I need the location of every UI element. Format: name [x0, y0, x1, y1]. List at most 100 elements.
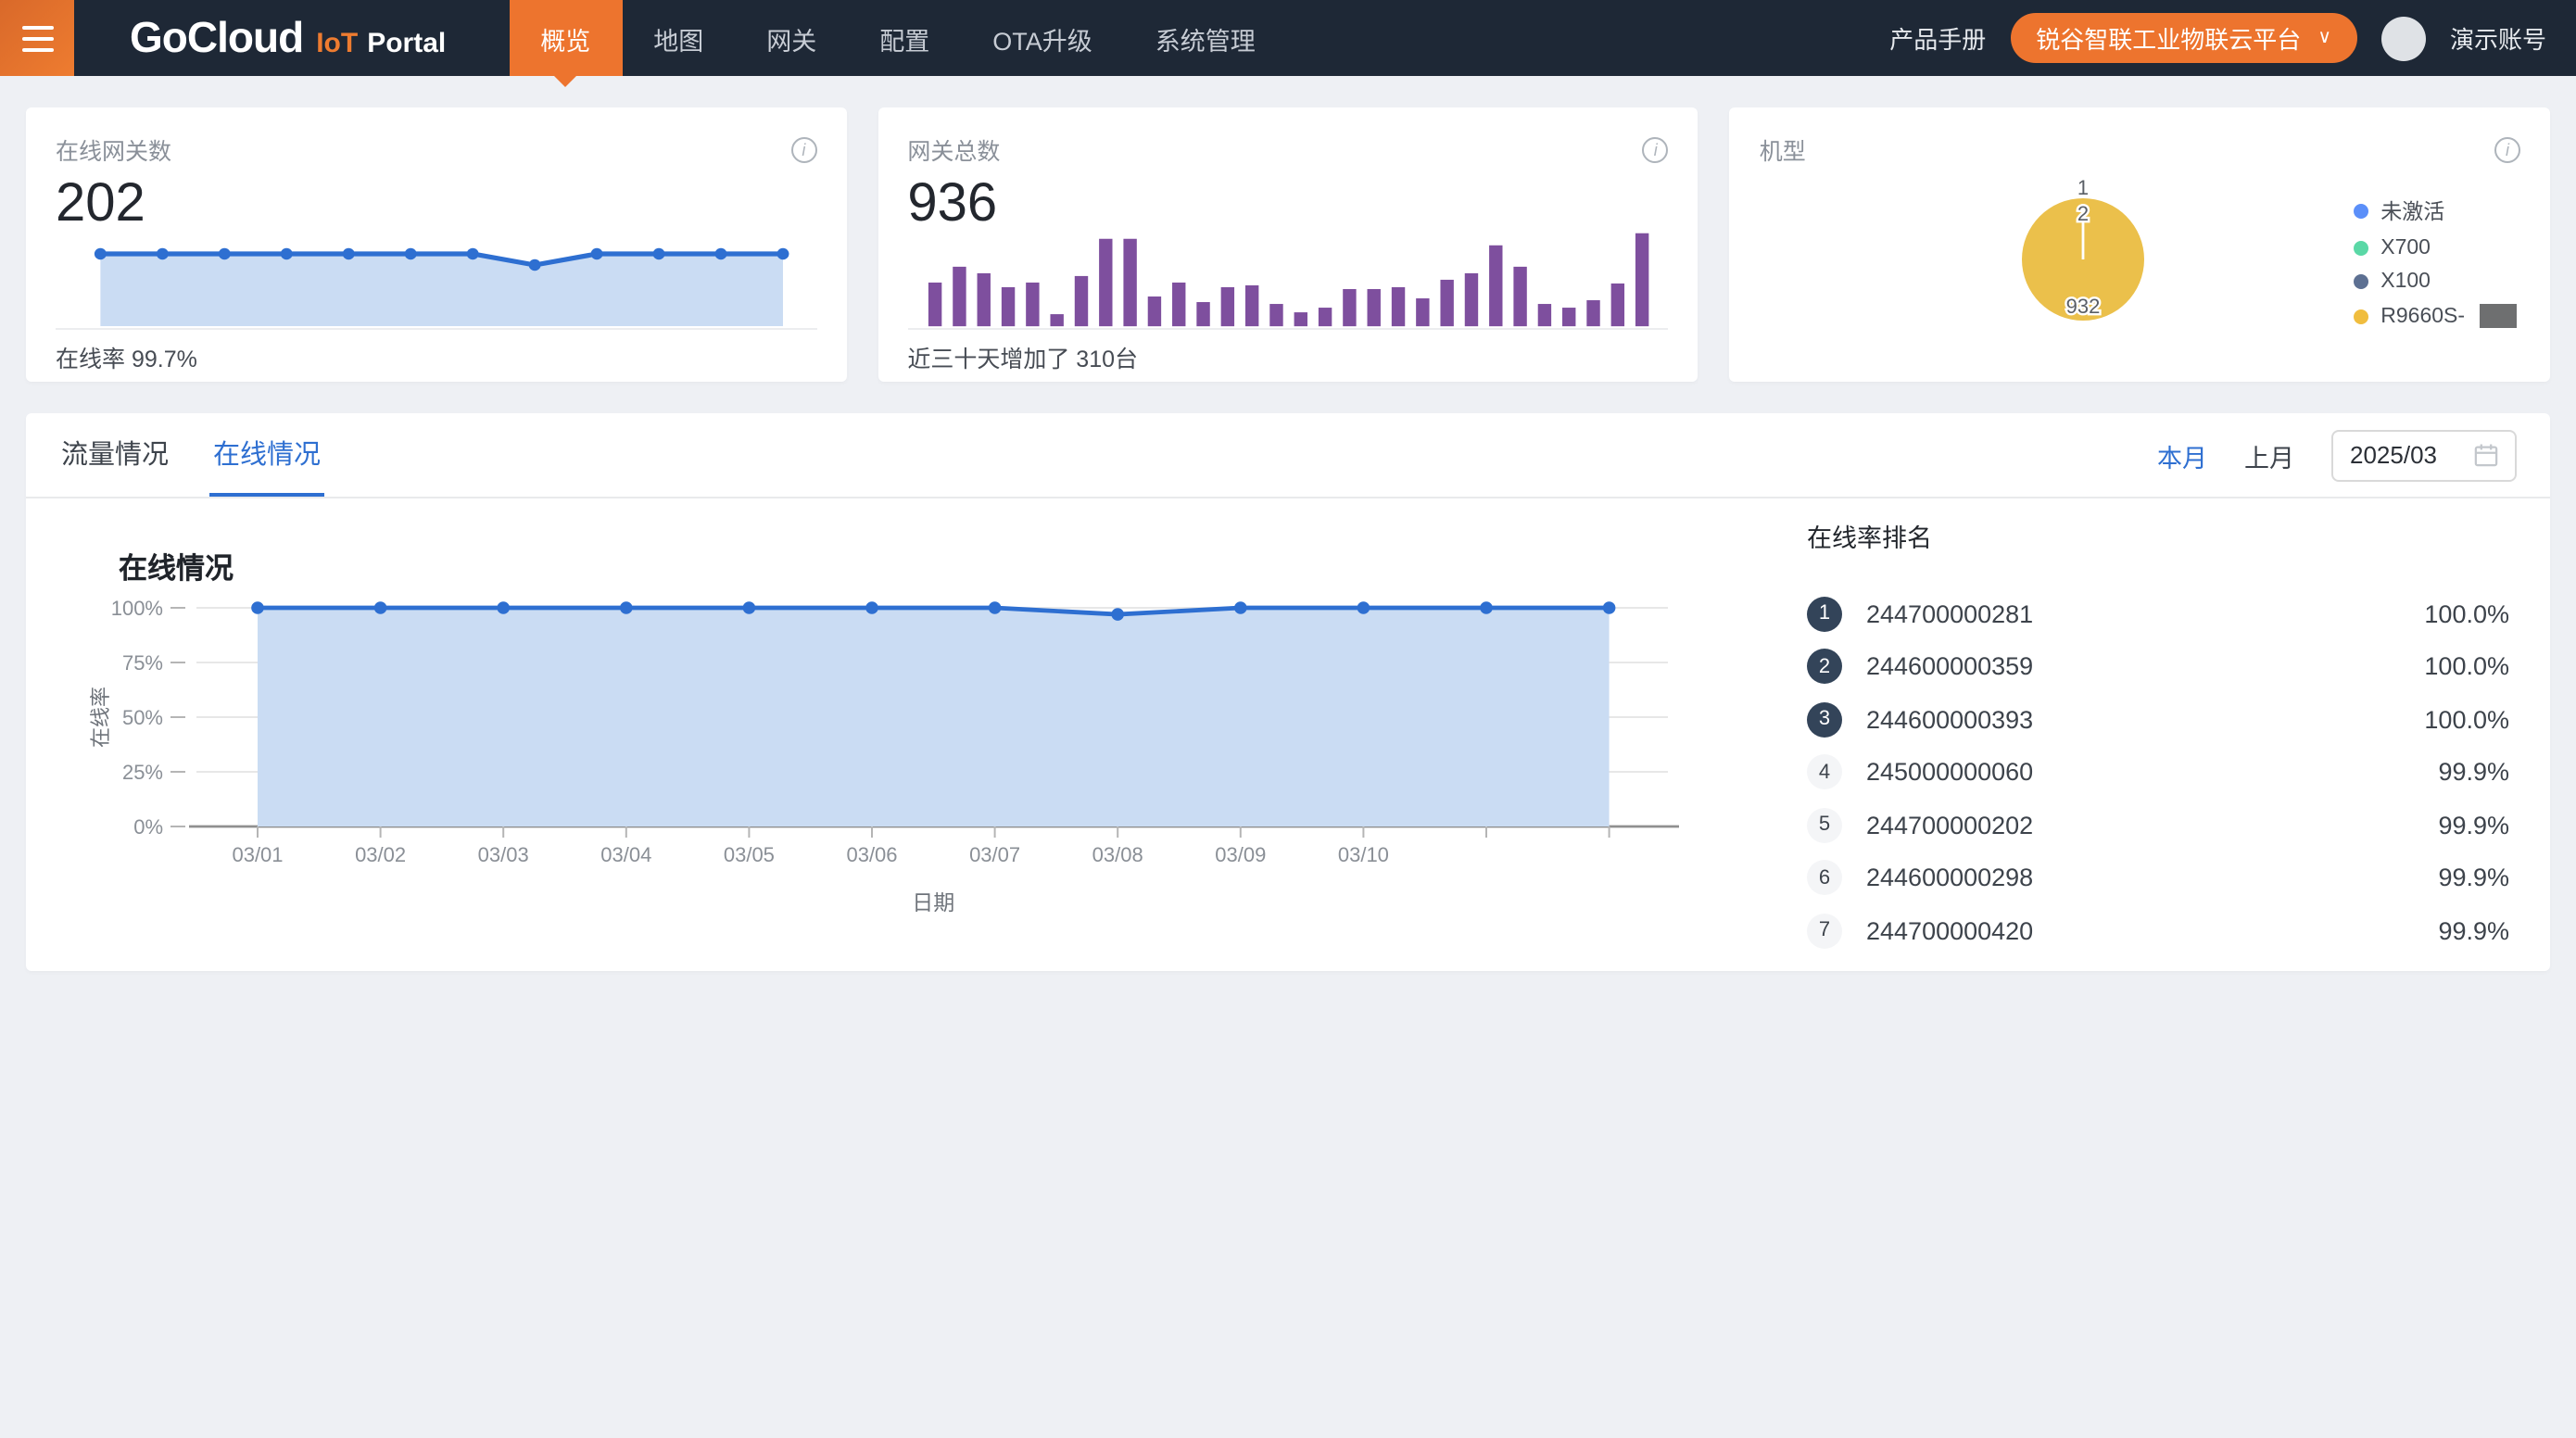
- svg-text:03/06: 03/06: [846, 843, 897, 866]
- rank-badge: 7: [1807, 914, 1842, 949]
- svg-text:03/02: 03/02: [355, 843, 406, 866]
- detail-panel: 流量情况在线情况 本月 上月 2025/03 在线情况 100%75%50%25…: [26, 413, 2550, 971]
- rank-badge: 3: [1807, 702, 1842, 738]
- card-online-gateways: 在线网关数 i 202 在线率 99.7%: [26, 107, 846, 382]
- tab-流量情况[interactable]: 流量情况: [57, 413, 172, 497]
- models-pie-chart: 12932: [1991, 178, 2177, 356]
- svg-text:03/03: 03/03: [478, 843, 529, 866]
- info-icon[interactable]: i: [1643, 136, 1669, 162]
- gateway-id: 244700000420: [1866, 917, 2033, 945]
- online-sparkline-chart: [93, 241, 790, 330]
- rank-badge: 1: [1807, 597, 1842, 632]
- nav-item-配置[interactable]: 配置: [848, 0, 961, 76]
- chevron-down-icon: ∨: [2317, 29, 2331, 47]
- gateway-id: 244600000298: [1866, 864, 2033, 892]
- ranking-title: 在线率排名: [1807, 517, 2509, 554]
- redaction-block: [2480, 304, 2517, 328]
- online-rate-value: 100.0%: [2424, 653, 2509, 681]
- card-title: 在线网关数: [56, 132, 171, 167]
- info-icon[interactable]: i: [790, 136, 816, 162]
- nav-item-系统管理[interactable]: 系统管理: [1124, 0, 1287, 76]
- rank-badge: 6: [1807, 861, 1842, 896]
- total-growth-footer: 近三十天增加了 310台: [907, 328, 1668, 382]
- models-legend: 未激活X700X100R9660S-: [2353, 196, 2517, 339]
- svg-text:25%: 25%: [122, 761, 163, 784]
- svg-text:03/08: 03/08: [1092, 843, 1143, 866]
- nav-item-地图[interactable]: 地图: [622, 0, 735, 76]
- total-gateways-bar-chart: [922, 226, 1653, 330]
- last-month-button[interactable]: 上月: [2244, 436, 2294, 473]
- svg-text:932: 932: [2066, 295, 2101, 318]
- nav-item-OTA升级[interactable]: OTA升级: [961, 0, 1124, 76]
- app-root: GoCloud IoT Portal 概览地图网关配置OTA升级系统管理 产品手…: [0, 0, 2576, 1438]
- gateway-id: 244700000281: [1866, 600, 2033, 628]
- svg-text:在线率: 在线率: [89, 687, 112, 748]
- platform-select-button[interactable]: 锐谷智联工业物联云平台 ∨: [2010, 13, 2357, 63]
- online-rate-value: 99.9%: [2438, 917, 2509, 945]
- svg-text:03/09: 03/09: [1215, 843, 1266, 866]
- month-picker-value: 2025/03: [2350, 441, 2437, 469]
- legend-item: 未激活: [2353, 196, 2517, 226]
- svg-text:03/04: 03/04: [600, 843, 651, 866]
- svg-text:1: 1: [2078, 178, 2090, 199]
- header-right: 产品手册 锐谷智联工业物联云平台 ∨ 演示账号: [1889, 0, 2576, 76]
- online-rate-area-chart: 100% 75% 50% 25% 0% 03/01 03/02 03/03 03/04 03/05…: [52, 573, 1757, 943]
- nav-item-网关[interactable]: 网关: [735, 0, 848, 76]
- month-picker-input[interactable]: 2025/03: [2331, 429, 2517, 481]
- ranking-row: 6 244600000298 99.9%: [1807, 851, 2509, 904]
- ranking-row: 424500000006099.9%: [1807, 746, 2509, 799]
- ranking-row: 1 244700000281 100.0%: [1807, 587, 2509, 640]
- main-nav: 概览地图网关配置OTA升级系统管理: [509, 0, 1287, 76]
- product-manual-link[interactable]: 产品手册: [1889, 20, 1986, 56]
- svg-text:03/01: 03/01: [232, 843, 283, 866]
- period-controls: 本月 上月 2025/03: [2157, 413, 2517, 497]
- card-title: 网关总数: [907, 132, 1000, 167]
- online-rate-value: 99.9%: [2438, 864, 2509, 892]
- legend-dot-icon: [2353, 274, 2368, 289]
- menu-button[interactable]: [0, 0, 74, 76]
- ranking-row: 5 244700000202 99.9%: [1807, 799, 2509, 851]
- svg-text:50%: 50%: [122, 706, 163, 729]
- svg-text:03/07: 03/07: [969, 843, 1020, 866]
- gateway-id: 244700000202: [1866, 812, 2033, 839]
- hamburger-icon: [21, 25, 53, 51]
- svg-text:03/10: 03/10: [1338, 843, 1389, 866]
- svg-text:75%: 75%: [122, 651, 163, 675]
- legend-label: R9660S-: [2380, 305, 2465, 327]
- svg-text:日期: 日期: [912, 890, 954, 915]
- rank-badge: 5: [1807, 808, 1842, 843]
- panel-tab-bar: 流量情况在线情况 本月 上月 2025/03: [26, 413, 2550, 498]
- online-rate-ranking: 在线率排名 1 244700000281 100.0% 2 244600000359 10…: [1807, 517, 2509, 957]
- gateway-id: 244600000359: [1866, 653, 2033, 681]
- online-rate-footer: 在线率 99.7%: [56, 328, 816, 382]
- logo-name: GoCloud: [130, 13, 303, 63]
- ranking-row: 2 244600000359 100.0%: [1807, 640, 2509, 693]
- nav-item-概览[interactable]: 概览: [509, 0, 622, 76]
- gateway-id: 245000000060: [1866, 759, 2033, 787]
- info-icon[interactable]: i: [2494, 136, 2520, 162]
- gateway-id: 244600000393: [1866, 706, 2033, 734]
- rank-badge: 4: [1807, 755, 1842, 790]
- legend-item: X100: [2353, 271, 2517, 293]
- online-rate-value: 100.0%: [2424, 706, 2509, 734]
- rank-badge: 2: [1807, 650, 1842, 685]
- svg-text:03/05: 03/05: [724, 843, 775, 866]
- legend-dot-icon: [2353, 204, 2368, 219]
- online-rate-value: 100.0%: [2424, 600, 2509, 628]
- this-month-button[interactable]: 本月: [2157, 436, 2207, 473]
- legend-dot-icon: [2353, 309, 2368, 323]
- svg-text:0%: 0%: [133, 815, 163, 839]
- avatar[interactable]: [2381, 16, 2426, 60]
- legend-label: X100: [2380, 271, 2431, 293]
- svg-text:100%: 100%: [111, 597, 163, 620]
- card-title: 机型: [1760, 132, 1806, 167]
- logo-iot: IoT: [316, 28, 358, 59]
- card-models: 机型 i 12932 未激活X700X100R9660S-: [1730, 107, 2550, 382]
- logo: GoCloud IoT Portal: [130, 13, 446, 63]
- legend-item: R9660S-: [2353, 304, 2517, 328]
- platform-name: 锐谷智联工业物联云平台: [2036, 20, 2301, 56]
- tab-在线情况[interactable]: 在线情况: [209, 413, 324, 497]
- online-rate-value: 99.9%: [2438, 812, 2509, 839]
- ranking-row: 7 244700000420 99.9%: [1807, 904, 2509, 957]
- ranking-row: 3 244600000393 100.0%: [1807, 693, 2509, 746]
